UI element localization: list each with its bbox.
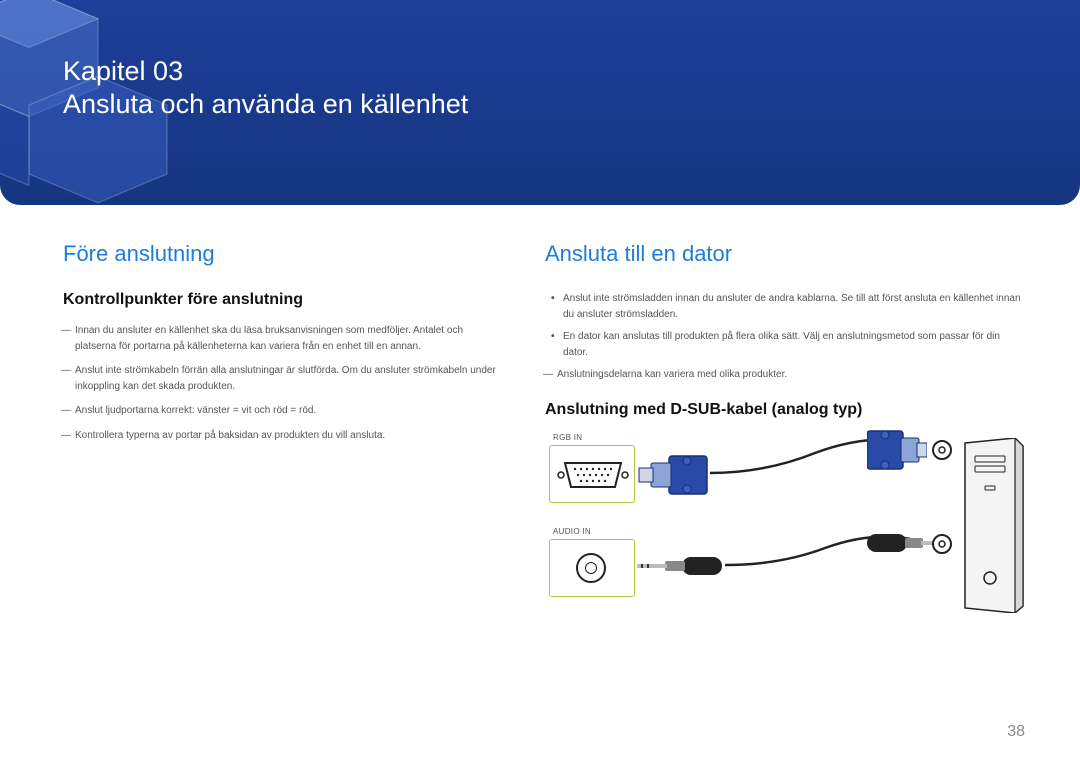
pc-tower-icon [955,438,1025,613]
subsection-checkpoints: Kontrollpunkter före anslutning [63,291,501,309]
main-content: Före anslutning Kontrollpunkter före ans… [0,205,1080,633]
note-item: Anslut ljudportarna korrekt: vänster = v… [63,403,501,419]
audio-plug-left [637,551,725,581]
bullet-item: En dator kan anslutas till produkten på … [545,329,1025,360]
audio-in-label: AUDIO IN [553,527,591,536]
rgb-in-label: RGB IN [553,433,582,442]
bullet-item: Anslut inte strömsladden innan du anslut… [545,291,1025,322]
tower-vga-port [931,439,953,461]
chapter-header: Kapitel 03 Ansluta och använda en källen… [0,0,1080,205]
page-number: 38 [1007,723,1025,741]
section-title-connect: Ansluta till en dator [545,241,1025,267]
right-column: Ansluta till en dator Anslut inte ströms… [545,241,1025,633]
chapter-title: Ansluta och använda en källenhet [63,87,468,122]
section-title-before: Före anslutning [63,241,501,267]
left-column: Före anslutning Kontrollpunkter före ans… [63,241,501,633]
audio-jack-icon [576,553,606,583]
vga-port-icon [553,449,633,499]
subsection-dsub: Anslutning med D-SUB-kabel (analog typ) [545,401,1025,419]
audio-port-frame [549,539,635,597]
vga-connector-right [867,423,927,475]
rgb-port-frame [549,445,635,503]
note-item: Anslut inte strömkabeln förrän alla ansl… [63,363,501,394]
note-item: Anslutningsdelarna kan variera med olika… [545,367,1025,383]
chapter-label: Kapitel 03 [63,55,468,87]
connection-diagram: RGB IN [545,433,1025,633]
note-item: Kontrollera typerna av portar på baksida… [63,428,501,444]
note-item: Innan du ansluter en källenhet ska du lä… [63,323,501,354]
tower-audio-port [931,533,953,555]
vga-connector-left [637,451,712,499]
